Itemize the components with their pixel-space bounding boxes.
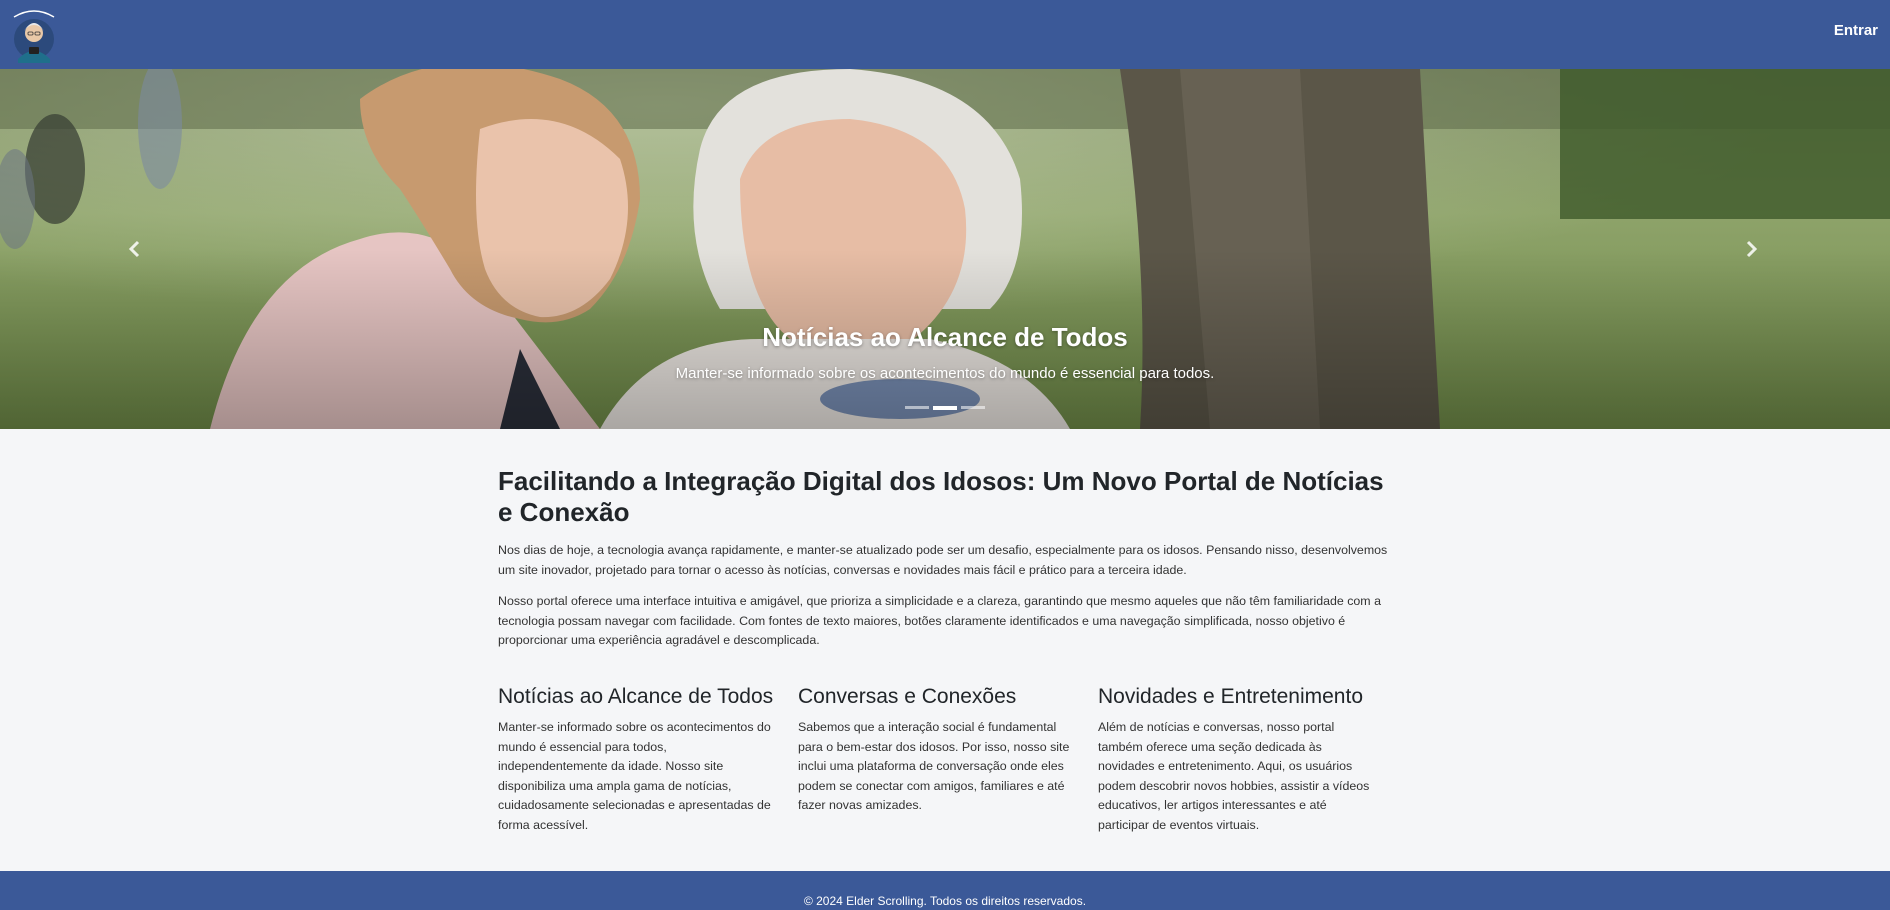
- top-navbar: Entrar: [0, 0, 1890, 69]
- features-row: Notícias ao Alcance de Todos Manter-se i…: [498, 683, 1398, 835]
- feature-text: Além de notícias e conversas, nosso port…: [1098, 720, 1370, 832]
- hero-carousel: Notícias ao Alcance de Todos Manter-se i…: [0, 69, 1890, 429]
- footer: © 2024 Elder Scrolling. Todos os direito…: [0, 871, 1890, 910]
- feature-news: Notícias ao Alcance de Todos Manter-se i…: [498, 683, 774, 835]
- page-title: Facilitando a Integração Digital dos Ido…: [498, 466, 1384, 527]
- carousel-indicator-2[interactable]: [933, 405, 957, 410]
- feature-text: Sabemos que a interação social é fundame…: [798, 720, 1070, 812]
- feature-text: Manter-se informado sobre os acontecimen…: [498, 720, 771, 832]
- site-logo[interactable]: [8, 3, 60, 63]
- intro-section: Facilitando a Integração Digital dos Ido…: [498, 466, 1388, 651]
- carousel-caption-text: Manter-se informado sobre os acontecimen…: [675, 365, 1215, 382]
- login-link[interactable]: Entrar: [1834, 22, 1878, 39]
- intro-paragraph-2: Nosso portal oferece uma interface intui…: [498, 594, 1381, 647]
- carousel-next-icon[interactable]: [1736, 234, 1766, 264]
- carousel-indicator-3[interactable]: [961, 406, 985, 409]
- carousel-prev-icon[interactable]: [120, 234, 150, 264]
- carousel-caption-title: Notícias ao Alcance de Todos: [762, 322, 1128, 352]
- feature-title: Conversas e Conexões: [798, 685, 1017, 708]
- carousel-indicators: [0, 405, 1890, 410]
- feature-title: Novidades e Entretenimento: [1098, 685, 1363, 708]
- intro-paragraph-1: Nos dias de hoje, a tecnologia avança ra…: [498, 543, 1388, 577]
- feature-title: Notícias ao Alcance de Todos: [498, 685, 774, 708]
- footer-copyright: © 2024 Elder Scrolling. Todos os direito…: [803, 894, 1087, 908]
- carousel-indicator-1[interactable]: [905, 406, 929, 409]
- feature-conversations: Conversas e Conexões Sabemos que a inter…: [798, 683, 1074, 835]
- feature-entertainment: Novidades e Entretenimento Além de notíc…: [1098, 683, 1374, 835]
